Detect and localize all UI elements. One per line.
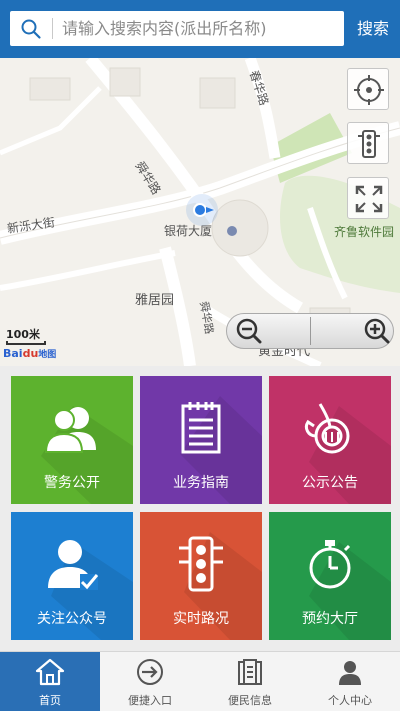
stopwatch-icon bbox=[309, 540, 351, 589]
nav-home[interactable]: 首页 bbox=[0, 652, 100, 711]
search-button[interactable]: 搜索 bbox=[350, 11, 396, 46]
user-check-icon bbox=[48, 540, 99, 590]
tile-public-notice[interactable]: 公示公告 bbox=[269, 376, 391, 504]
nav-public-info[interactable]: 便民信息 bbox=[200, 652, 300, 711]
locate-button[interactable] bbox=[347, 68, 389, 110]
traffic-button[interactable] bbox=[347, 122, 389, 164]
zoom-out-icon bbox=[236, 318, 262, 344]
feature-grid: 警务公开 业务指南 公示公告 关注公众号 实时路况 预约大厅 bbox=[0, 366, 400, 650]
logo-text-part: du bbox=[22, 347, 39, 360]
tile-label: 预约大厅 bbox=[302, 611, 358, 627]
nav-label: 便民信息 bbox=[228, 694, 272, 707]
notepad-icon bbox=[181, 402, 221, 454]
tile-police-affairs[interactable]: 警务公开 bbox=[11, 376, 133, 504]
document-icon bbox=[238, 659, 262, 685]
tile-label: 实时路况 bbox=[173, 611, 229, 627]
nav-label: 便捷入口 bbox=[128, 694, 172, 707]
search-divider bbox=[52, 18, 53, 39]
fullscreen-button[interactable] bbox=[347, 177, 389, 219]
tile-business-guide[interactable]: 业务指南 bbox=[140, 376, 262, 504]
tile-label: 公示公告 bbox=[302, 475, 358, 491]
baidu-logo: Baidu地图 bbox=[3, 347, 56, 360]
nav-label: 个人中心 bbox=[328, 694, 372, 707]
search-box[interactable] bbox=[10, 11, 344, 46]
top-bar: 搜索 bbox=[0, 0, 400, 58]
map-scale-bar bbox=[6, 341, 46, 345]
traffic-light-icon bbox=[358, 130, 380, 158]
map-poi-label: 雅居园 bbox=[135, 293, 175, 308]
nav-personal-center[interactable]: 个人中心 bbox=[300, 652, 400, 711]
map-scale-label: 100米 bbox=[6, 328, 40, 341]
logo-text-part: 地图 bbox=[38, 350, 57, 360]
horn-icon bbox=[304, 403, 350, 454]
tile-reservation-hall[interactable]: 预约大厅 bbox=[269, 512, 391, 640]
map-view[interactable]: 春华路 舜华路 新泺大街 银荷大厦 齐鲁软件园 雅居园 舜华路 黄金时代 100… bbox=[0, 58, 400, 366]
zoom-in-icon bbox=[364, 318, 390, 344]
bottom-nav: 首页 便捷入口 便民信息 个人中心 bbox=[0, 651, 400, 711]
fullscreen-icon bbox=[355, 185, 383, 213]
zoom-control bbox=[226, 313, 394, 349]
tile-label: 警务公开 bbox=[44, 475, 100, 491]
traffic-light-icon bbox=[179, 536, 223, 592]
zoom-out-button[interactable] bbox=[227, 314, 311, 348]
tile-live-traffic[interactable]: 实时路况 bbox=[140, 512, 262, 640]
search-input[interactable] bbox=[62, 11, 340, 46]
search-icon bbox=[21, 19, 41, 39]
enter-icon bbox=[137, 659, 163, 685]
logo-text-part: Bai bbox=[3, 347, 23, 360]
locate-icon bbox=[354, 75, 384, 105]
nav-quick-entry[interactable]: 便捷入口 bbox=[100, 652, 200, 711]
map-poi-label: 银荷大厦 bbox=[164, 224, 213, 238]
map-poi-label: 齐鲁软件园 bbox=[334, 225, 395, 239]
tile-label: 关注公众号 bbox=[37, 611, 107, 627]
person-icon bbox=[339, 661, 361, 685]
tile-follow-account[interactable]: 关注公众号 bbox=[11, 512, 133, 640]
home-icon bbox=[35, 658, 65, 686]
tile-label: 业务指南 bbox=[173, 475, 229, 491]
users-icon bbox=[44, 407, 96, 453]
zoom-in-button[interactable] bbox=[311, 314, 395, 348]
nav-label: 首页 bbox=[39, 694, 61, 707]
